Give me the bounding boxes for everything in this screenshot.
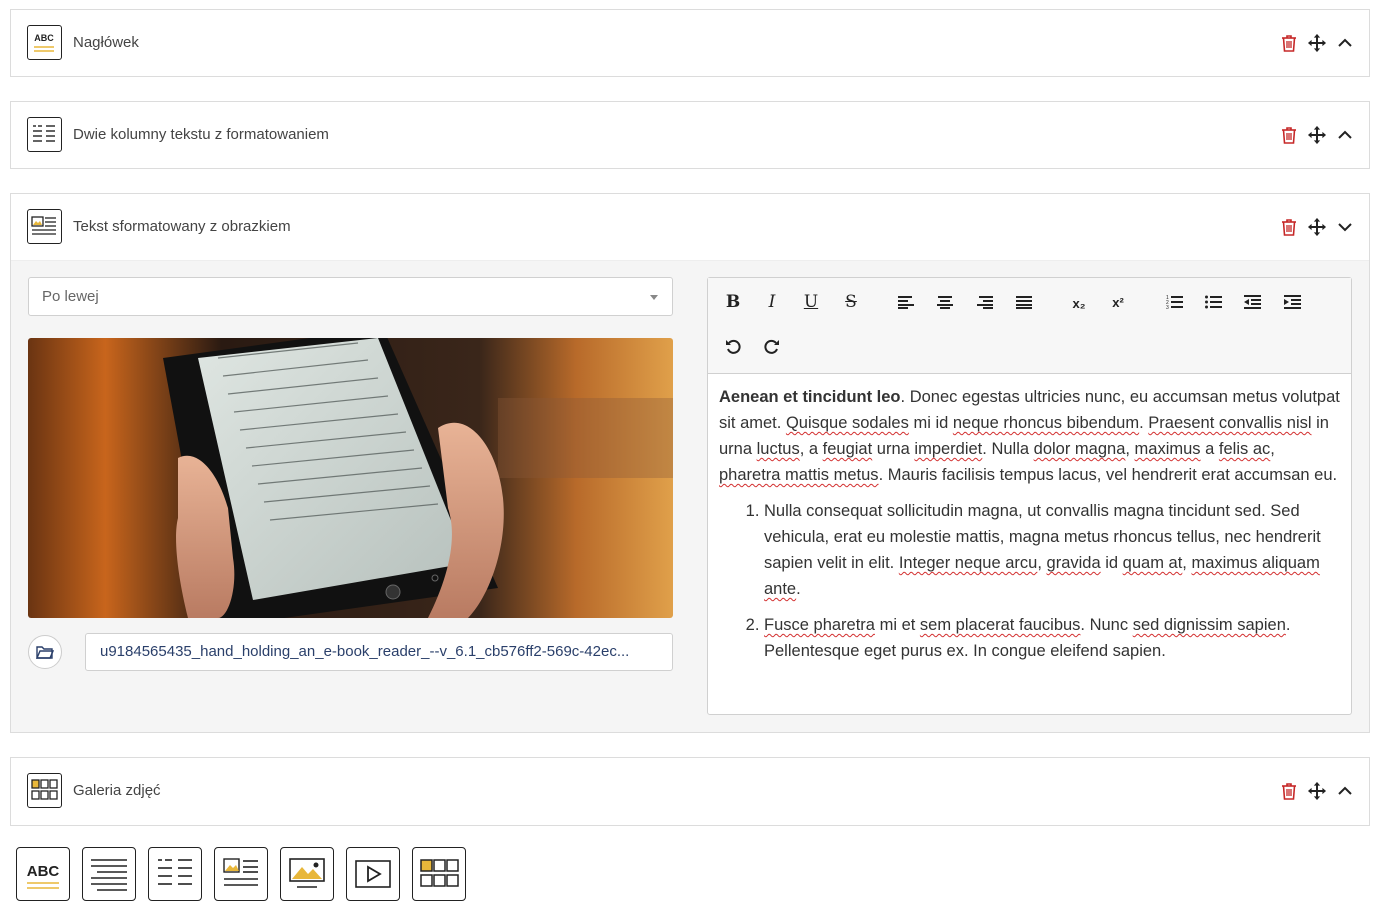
bullet-list-icon[interactable]: [1200, 289, 1226, 315]
editor-content[interactable]: Aenean et tincidunt leo. Donec egestas u…: [708, 374, 1351, 684]
bold-button[interactable]: B: [720, 289, 746, 315]
subscript-button[interactable]: x₂: [1066, 290, 1092, 316]
underline-button[interactable]: U: [798, 289, 824, 315]
add-text-button[interactable]: [82, 847, 136, 901]
superscript-button[interactable]: x²: [1105, 289, 1131, 315]
add-two-columns-button[interactable]: [148, 847, 202, 901]
two-columns-icon: [158, 859, 192, 885]
delete-icon[interactable]: [1279, 780, 1299, 802]
video-icon: [355, 860, 391, 888]
block-header[interactable]: ABC Nagłówek: [11, 10, 1369, 76]
add-text-image-button[interactable]: [214, 847, 268, 901]
caret-down-icon: [650, 295, 658, 300]
delete-icon[interactable]: [1279, 124, 1299, 146]
block-title: Nagłówek: [73, 34, 139, 51]
move-icon[interactable]: [1307, 216, 1327, 238]
redo-icon[interactable]: [759, 333, 785, 359]
block-heading: ABC Nagłówek: [10, 9, 1370, 77]
text-lines-icon: [91, 859, 127, 891]
select-value: Po lewej: [42, 288, 99, 305]
delete-icon[interactable]: [1279, 32, 1299, 54]
rich-text-editor: B I U S x₂ x² 123 Aenean et tincidunt le…: [707, 277, 1352, 715]
editor-ordered-list: Nulla consequat sollicitudin magna, ut c…: [719, 498, 1340, 664]
chevron-down-icon[interactable]: [1335, 216, 1355, 238]
svg-text:ABC: ABC: [27, 863, 60, 880]
chevron-up-icon[interactable]: [1335, 780, 1355, 802]
align-justify-icon[interactable]: [1011, 289, 1037, 315]
gallery-icon: [27, 773, 62, 808]
block-title: Galeria zdjęć: [73, 782, 161, 799]
heading-icon: ABC: [27, 25, 62, 60]
block-title: Dwie kolumny tekstu z formatowaniem: [73, 126, 329, 143]
block-header[interactable]: Tekst sformatowany z obrazkiem: [11, 194, 1369, 260]
add-heading-button[interactable]: ABC: [16, 847, 70, 901]
block-title: Tekst sformatowany z obrazkiem: [73, 218, 291, 235]
add-image-button[interactable]: [280, 847, 334, 901]
folder-icon[interactable]: [28, 635, 62, 669]
block-two-columns: Dwie kolumny tekstu z formatowaniem: [10, 101, 1370, 169]
block-header[interactable]: Dwie kolumny tekstu z formatowaniem: [11, 102, 1369, 168]
ordered-list-icon[interactable]: 123: [1161, 289, 1187, 315]
chevron-up-icon[interactable]: [1335, 32, 1355, 54]
block-header[interactable]: Galeria zdjęć: [11, 758, 1369, 825]
editor-toolbar: B I U S x₂ x² 123: [708, 278, 1351, 374]
outdent-icon[interactable]: [1239, 289, 1265, 315]
delete-icon[interactable]: [1279, 216, 1299, 238]
list-item: Fusce pharetra mi et sem placerat faucib…: [764, 612, 1340, 664]
image-preview: [28, 338, 673, 618]
undo-icon[interactable]: [720, 333, 746, 359]
abc-label: ABC: [34, 33, 54, 43]
image-icon: [289, 858, 325, 888]
image-position-select[interactable]: Po lewej: [28, 277, 673, 316]
block-text-image: Tekst sformatowany z obrazkiem Po lewej: [10, 193, 1370, 733]
text-image-icon: [27, 209, 62, 244]
move-icon[interactable]: [1307, 124, 1327, 146]
text-image-icon: [223, 858, 258, 886]
align-center-icon[interactable]: [932, 289, 958, 315]
block-body: Po lewej u9184565435_hand_holding_an_e-b…: [11, 260, 1369, 732]
indent-icon[interactable]: [1279, 289, 1305, 315]
svg-text:3: 3: [1166, 305, 1169, 310]
add-video-button[interactable]: [346, 847, 400, 901]
image-file-field[interactable]: u9184565435_hand_holding_an_e-book_reade…: [85, 633, 673, 671]
editor-paragraph: Aenean et tincidunt leo. Donec egestas u…: [719, 388, 1340, 484]
align-right-icon[interactable]: [972, 289, 998, 315]
add-gallery-button[interactable]: [412, 847, 466, 901]
heading-icon: ABC: [27, 863, 60, 889]
add-block-toolbar: ABC: [16, 847, 466, 901]
block-gallery: Galeria zdjęć: [10, 757, 1370, 826]
two-columns-icon: [27, 117, 62, 152]
chevron-up-icon[interactable]: [1335, 124, 1355, 146]
move-icon[interactable]: [1307, 32, 1327, 54]
italic-button[interactable]: I: [759, 289, 785, 315]
gallery-icon: [420, 859, 459, 887]
strikethrough-button[interactable]: S: [838, 289, 864, 315]
list-item: Nulla consequat sollicitudin magna, ut c…: [764, 498, 1340, 602]
move-icon[interactable]: [1307, 780, 1327, 802]
align-left-icon[interactable]: [893, 289, 919, 315]
